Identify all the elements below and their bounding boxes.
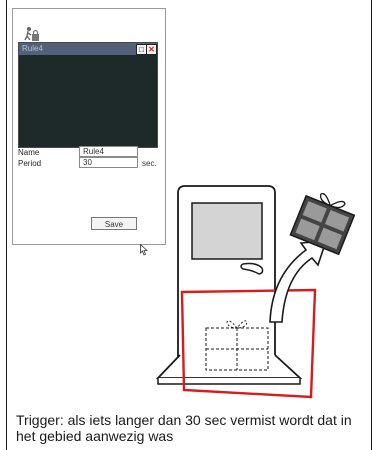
rule-window-titlebar[interactable]: Rule4 □ ✕ bbox=[19, 43, 157, 55]
rule-icon[interactable] bbox=[22, 26, 40, 42]
detection-zone bbox=[180, 288, 317, 399]
name-label: Name bbox=[18, 148, 40, 157]
frame-right-border bbox=[371, 0, 372, 450]
motion-arrow bbox=[269, 240, 328, 323]
period-field[interactable] bbox=[79, 157, 138, 168]
save-button[interactable]: Save bbox=[91, 217, 137, 230]
kiosk-machine bbox=[155, 185, 303, 385]
kiosk-screen bbox=[191, 202, 263, 260]
rule-config-panel: Rule4 □ ✕ Name Period sec. Save bbox=[12, 8, 166, 256]
rule-window-title: Rule4 bbox=[22, 44, 43, 53]
gift-icon bbox=[289, 192, 356, 256]
frame-left-border bbox=[6, 0, 7, 450]
cursor-icon bbox=[140, 244, 148, 256]
close-icon[interactable]: ✕ bbox=[146, 44, 157, 55]
trigger-caption: Trigger: als iets langer dan 30 sec verm… bbox=[16, 412, 352, 444]
period-unit: sec. bbox=[142, 159, 157, 168]
name-field[interactable] bbox=[79, 146, 138, 157]
absent-gift-outline bbox=[205, 320, 269, 371]
period-label: Period bbox=[18, 159, 42, 168]
rule-window[interactable]: Rule4 □ ✕ bbox=[18, 42, 158, 148]
